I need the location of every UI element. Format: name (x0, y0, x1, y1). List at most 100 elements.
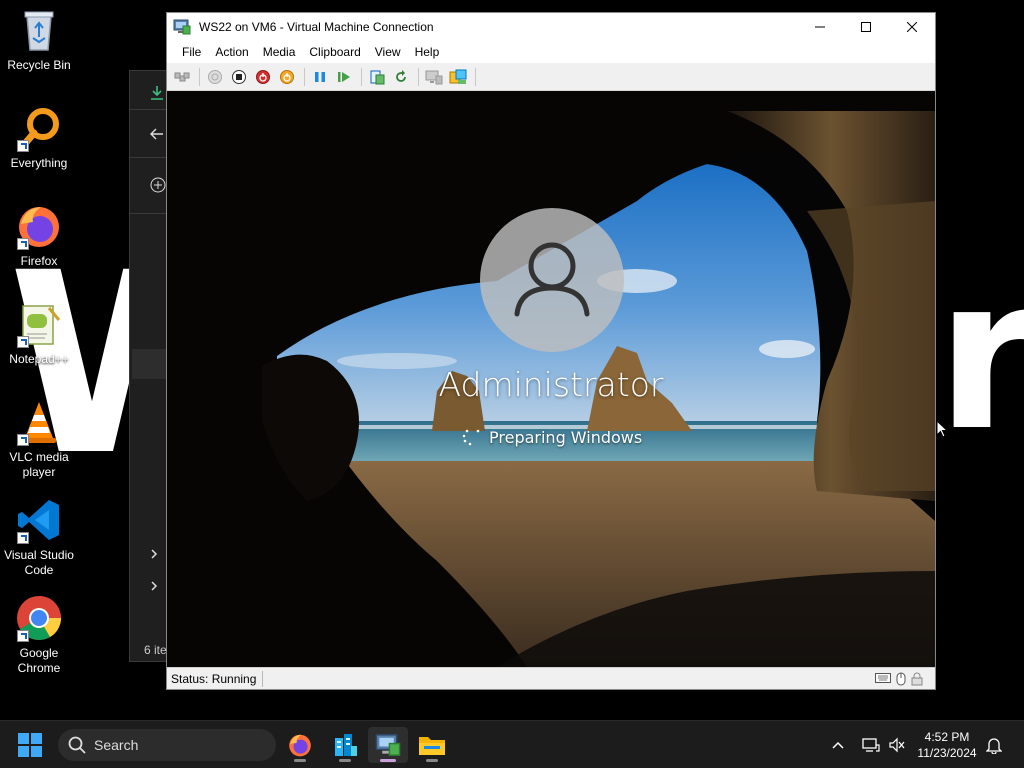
taskbar-vm-connection[interactable] (368, 727, 408, 763)
menu-file[interactable]: File (175, 45, 208, 59)
shortcut-arrow-icon (17, 434, 29, 446)
taskbar-firefox[interactable] (280, 727, 320, 763)
desktop-icon-chrome[interactable]: Google Chrome (0, 588, 78, 678)
desktop-icon-recycle-bin[interactable]: Recycle Bin (0, 0, 78, 90)
network-icon-button[interactable] (856, 737, 886, 753)
enhanced-session-icon (449, 69, 467, 84)
resume-button[interactable] (333, 67, 355, 87)
minimize-button[interactable] (797, 13, 843, 41)
save-state-button[interactable] (276, 67, 298, 87)
background-explorer-window[interactable]: 6 ite (129, 70, 170, 662)
mouse-icon (896, 672, 906, 686)
show-hidden-icons-button[interactable] (828, 741, 848, 749)
desktop-icon-label: Google Chrome (17, 646, 61, 675)
notifications-button[interactable] (985, 736, 1003, 759)
download-icon (150, 85, 164, 104)
desktop-icon-firefox[interactable]: Firefox (0, 196, 78, 286)
new-item-icon[interactable] (150, 177, 166, 196)
hyperv-manager-icon (335, 734, 357, 756)
vm-connection-app-icon (173, 19, 191, 35)
vscode-icon (15, 496, 63, 544)
pause-button[interactable] (309, 67, 331, 87)
search-icon (68, 736, 86, 754)
system-tray (828, 721, 908, 768)
folder-icon (419, 737, 445, 755)
menu-clipboard[interactable]: Clipboard (302, 45, 367, 59)
window-title: WS22 on VM6 - Virtual Machine Connection (199, 20, 434, 34)
desktop-icon-vscode[interactable]: Visual Studio Code (0, 490, 78, 580)
menu-action[interactable]: Action (208, 45, 255, 59)
notepad-plus-plus-icon (15, 300, 63, 348)
preparing-windows-status: Preparing Windows (461, 427, 642, 447)
recycle-bin-icon (15, 6, 63, 54)
resume-icon (338, 71, 350, 82)
windows-logo-icon (18, 733, 42, 757)
taskbar-search-box[interactable]: Search (58, 729, 276, 761)
back-arrow-icon[interactable] (150, 127, 164, 143)
vm-display[interactable]: Administrator Preparing Windows (167, 91, 935, 667)
login-username: Administrator (438, 365, 664, 404)
basic-session-icon (425, 70, 443, 84)
volume-icon-button[interactable] (886, 737, 908, 753)
ctrl-alt-del-button[interactable] (171, 67, 193, 87)
desktop-icon-notepad-plus-plus[interactable]: Notepad++ (0, 294, 78, 384)
status-icons (875, 672, 923, 686)
shutdown-icon (256, 69, 270, 84)
running-indicator (294, 759, 306, 762)
revert-icon (396, 69, 406, 82)
enhanced-session-button[interactable] (447, 67, 469, 87)
shortcut-arrow-icon (17, 630, 29, 642)
taskbar-hyperv-manager[interactable] (325, 727, 365, 763)
revert-button[interactable] (390, 67, 412, 87)
clock-time: 4:52 PM (924, 730, 970, 744)
network-icon (862, 738, 880, 752)
close-button[interactable] (889, 13, 935, 41)
ctrl-alt-del-icon (174, 72, 190, 81)
turn-off-icon (232, 69, 246, 84)
shutdown-button[interactable] (252, 67, 274, 87)
desktop-icon-label: Firefox (20, 254, 58, 268)
taskbar: Search 4:52 PM 11/23/2024 (0, 720, 1024, 768)
menu-view[interactable]: View (368, 45, 408, 59)
user-icon (514, 242, 590, 317)
search-placeholder: Search (94, 737, 139, 753)
selected-row (132, 349, 170, 379)
menu-bar: File Action Media Clipboard View Help (167, 41, 935, 63)
shortcut-arrow-icon (17, 336, 29, 348)
taskbar-clock[interactable]: 4:52 PM 11/23/2024 (912, 729, 982, 761)
title-bar[interactable]: WS22 on VM6 - Virtual Machine Connection (167, 13, 935, 41)
running-indicator (380, 759, 396, 762)
chevron-right-icon[interactable] (150, 547, 158, 563)
desktop-icon-label: Visual Studio Code (4, 548, 74, 577)
taskbar-file-explorer[interactable] (412, 727, 452, 763)
checkpoint-button[interactable] (366, 67, 388, 87)
vm-connection-app-icon (375, 734, 401, 756)
basic-session-button[interactable] (423, 67, 445, 87)
vm-connection-window[interactable]: WS22 on VM6 - Virtual Machine Connection… (166, 12, 936, 690)
menu-media[interactable]: Media (256, 45, 303, 59)
wallpaper-text-right: r (936, 232, 1024, 477)
firefox-icon (289, 734, 311, 757)
shortcut-arrow-icon (17, 140, 29, 152)
chevron-right-icon[interactable] (150, 579, 158, 595)
maximize-button[interactable] (843, 13, 889, 41)
mouse-cursor-icon (936, 419, 949, 443)
toolbar (167, 63, 935, 91)
preparing-windows-text: Preparing Windows (489, 427, 643, 447)
desktop-icon-label: Notepad++ (9, 352, 69, 366)
user-avatar[interactable] (480, 208, 624, 352)
running-indicator (426, 759, 438, 762)
checkpoint-icon (370, 70, 385, 84)
start-menu-button[interactable] (18, 733, 42, 762)
pause-icon (315, 71, 325, 82)
loading-spinner-icon (462, 429, 480, 446)
desktop-icon-vlc[interactable]: VLC media player (0, 392, 78, 482)
turn-off-button[interactable] (228, 67, 250, 87)
shortcut-arrow-icon (17, 532, 29, 544)
bell-icon (985, 738, 1003, 755)
firefox-icon (15, 202, 63, 250)
desktop-icon-everything[interactable]: Everything (0, 98, 78, 188)
desktop-icon-label: VLC media player (9, 450, 69, 479)
menu-help[interactable]: Help (408, 45, 447, 59)
start-button[interactable] (204, 67, 226, 87)
